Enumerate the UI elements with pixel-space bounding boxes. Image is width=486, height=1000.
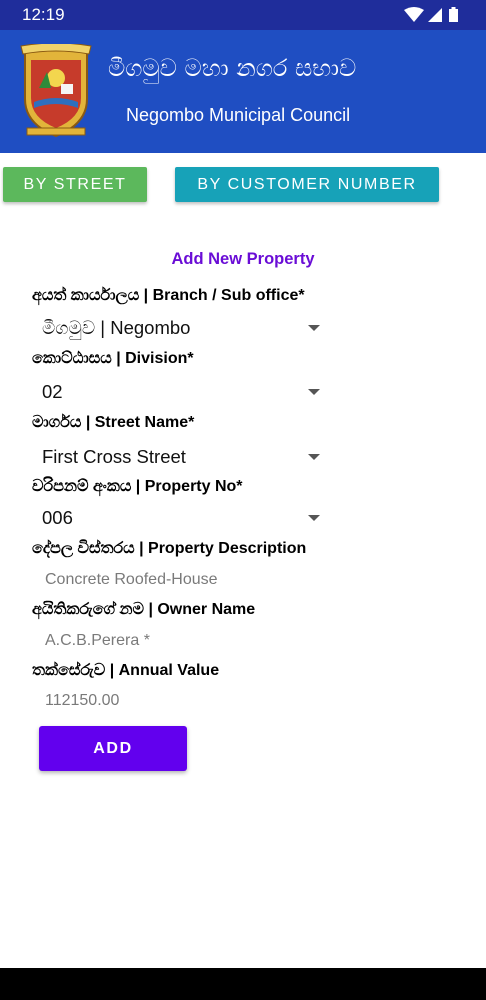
property-no-label: වරිපනම් අංකය | Property No* [32,478,243,495]
property-no-value: 006 [42,507,73,528]
battery-icon [449,7,458,22]
chevron-down-icon [308,389,320,395]
street-label: මාර්ගය | Street Name* [32,414,195,431]
form-title: Add New Property [171,250,315,268]
annual-value-label: තක්සේරුව | Annual Value [32,662,220,679]
owner-name-label: අයිතිකරුගේ නම | Owner Name [32,601,256,618]
property-description-label: දේපල විස්තරය | Property Description [32,540,307,557]
add-button[interactable]: ADD [39,726,187,771]
owner-name-value[interactable]: A.C.B.Perera * [45,632,150,650]
branch-label: අයත් කාර්යාලය | Branch / Sub office* [32,287,305,304]
app-header: මීගමුව මහා නගර සභාව Negombo Municipal Co… [0,30,486,153]
by-street-button[interactable]: BY STREET [3,167,147,202]
status-bar: 12:19 [0,0,486,30]
chevron-down-icon [308,515,320,521]
by-customer-number-button[interactable]: BY CUSTOMER NUMBER [175,167,439,202]
property-description-value[interactable]: Concrete Roofed-House [45,571,218,589]
branch-value: මීගමුව | Negombo [42,317,191,338]
council-logo [20,44,92,138]
council-name-english: Negombo Municipal Council [126,105,351,125]
annual-value-value[interactable]: 112150.00 [45,692,119,710]
division-value: 02 [42,381,63,402]
branch-dropdown[interactable]: මීගමුව | Negombo [32,311,332,347]
signal-icon [428,8,442,22]
street-dropdown[interactable]: First Cross Street [32,440,332,476]
chevron-down-icon [308,325,320,331]
division-dropdown[interactable]: 02 [32,375,332,411]
status-time: 12:19 [22,5,65,24]
council-name-sinhala: මීගමුව මහා නගර සභාව [108,54,357,82]
status-icons [404,7,462,23]
street-value: First Cross Street [42,446,186,467]
division-label: කොට්ඨාසය | Division* [32,350,194,367]
property-no-dropdown[interactable]: 006 [32,501,332,537]
chevron-down-icon [308,454,320,460]
wifi-icon [404,7,424,22]
navigation-bar [0,968,486,1000]
